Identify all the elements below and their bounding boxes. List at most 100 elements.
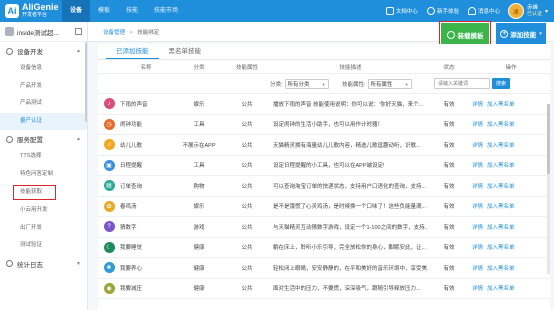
detail-link[interactable]: 详情 — [472, 163, 483, 169]
category-filter: 分类: 所有分类 ▼ — [270, 79, 329, 89]
skill-status: 有效 — [443, 265, 455, 272]
logo[interactable]: Ai AliGenie 开发者平台 — [5, 3, 59, 18]
newbie-link-label: 新手体验 — [436, 9, 459, 15]
gear-icon — [446, 31, 455, 39]
skill-desc: 轻松闭上眼睛，安安静静的，在平和美好的音乐环境中，享受美... — [273, 265, 428, 272]
skills-panel: 已添加技能 黑名单技能 名称 分类 技能属性 技能描述 状态 操作 分类: 所有… — [98, 44, 550, 310]
attr-filter-label: 技能属性: — [342, 82, 366, 88]
top-nav: 设备 模板 技能 技能市场 — [62, 0, 186, 22]
top-bar: Ai AliGenie 开发者平台 设备 模板 技能 技能市场 文档中心 新手体… — [0, 0, 554, 22]
sidebar-item-skill-acquire[interactable]: 技能获取 — [12, 184, 57, 201]
avatar: 冰 — [507, 3, 524, 19]
sidebar-item-test-verify[interactable]: 测试验证 — [0, 237, 87, 255]
detail-link[interactable]: 详情 — [472, 266, 483, 272]
sidebar-group-device-dev[interactable]: 设备开发 ▲ — [0, 42, 87, 60]
table-row: ♪ 下雨的声音 娱乐 公共 播放下雨的声音 技能使用说明：你可以说：'你好天猫，来个..… — [98, 94, 550, 115]
skill-attr: 公共 — [241, 163, 253, 170]
attr-select[interactable]: 所有属性 ▼ — [367, 79, 412, 89]
sidebar: inside测试超... 设备开发 ▲ 设备信息 产品开发 产品测试 量产认证 … — [0, 22, 88, 310]
table-row: ☾ 我要睡觉 健康 公共 躺在床上，聆听小乐引导，完全放松你的身心，酣眠安此，让... 有… — [98, 238, 550, 258]
skill-desc: 播放下雨的声音 技能使用说明：你可以说：'你好天猫，来个... — [273, 101, 424, 108]
skill-status: 有效 — [443, 245, 455, 252]
add-to-blacklist-link[interactable]: 加入黑名单 — [487, 266, 515, 272]
sidebar-item-product-dev[interactable]: 产品开发 — [0, 78, 87, 96]
skill-status: 有效 — [443, 163, 455, 170]
sidebar-item-mini-app-dev[interactable]: 小云用开发 — [0, 202, 87, 220]
skill-category: 娱乐 — [193, 204, 205, 211]
sidebar-item-mass-production-cert[interactable]: 量产认证 — [0, 112, 87, 130]
sidebar-item-product-test[interactable]: 产品测试 — [0, 95, 87, 113]
nav-template[interactable]: 模板 — [90, 0, 118, 22]
chevron-up-icon: ▲ — [76, 48, 81, 54]
add-to-blacklist-link[interactable]: 加入黑名单 — [487, 204, 515, 210]
skill-attr: 公共 — [241, 245, 253, 252]
table-header: 名称 分类 技能属性 技能描述 状态 操作 — [98, 60, 550, 74]
add-skill-button[interactable]: + 添加技能 ▾ — [496, 23, 546, 45]
bell-icon — [467, 7, 476, 15]
search-input[interactable] — [434, 78, 490, 89]
nav-skill[interactable]: 技能 — [118, 0, 146, 22]
chevron-up-icon: ▲ — [76, 136, 81, 142]
sidebar-scrollbar[interactable] — [85, 42, 87, 122]
add-to-blacklist-link[interactable]: 加入黑名单 — [487, 286, 515, 292]
breadcrumb-root[interactable]: 设备管理 — [103, 30, 125, 36]
detail-link[interactable]: 详情 — [472, 204, 483, 210]
add-to-blacklist-link[interactable]: 加入黑名单 — [487, 225, 515, 231]
nav-device[interactable]: 设备 — [62, 0, 91, 22]
attr-select-value: 所有属性 — [370, 82, 393, 88]
sidebar-group-service-config[interactable]: 服务配置 ▲ — [0, 130, 87, 148]
tab-blacklist-skills[interactable]: 黑名单技能 — [159, 44, 212, 59]
add-to-blacklist-link[interactable]: 加入黑名单 — [487, 163, 515, 169]
table-scrollbar[interactable] — [547, 104, 550, 274]
add-to-blacklist-link[interactable]: 加入黑名单 — [487, 245, 515, 251]
detail-link[interactable]: 详情 — [472, 184, 483, 190]
skill-desc: 与天猫精灵互动猜数字游戏，设定一个1-100之间的数字，支持... — [273, 224, 428, 231]
col-status: 状态 — [443, 64, 455, 71]
sidebar-item-tts[interactable]: TTS选择 — [0, 148, 87, 166]
add-to-blacklist-link[interactable]: 加入黑名单 — [487, 122, 515, 128]
gear-icon — [6, 47, 13, 55]
category-filter-label: 分类: — [270, 82, 283, 88]
user-menu[interactable]: 冰 赤峰 已认证 ▾ — [507, 3, 554, 19]
add-to-blacklist-link[interactable]: 加入黑名单 — [487, 143, 515, 149]
newbie-link[interactable]: 新手体验 — [426, 7, 459, 15]
nav-skill-market[interactable]: 技能市场 — [146, 0, 186, 22]
chart-icon — [6, 260, 13, 267]
sidebar-item-factory-dev[interactable]: 出厂开发 — [0, 220, 87, 238]
skill-desc: 面对生活中的压力，不要慌，深深吸气，跟随引导释放压力... — [273, 286, 421, 293]
search-button[interactable]: 搜索 — [492, 78, 510, 89]
skill-status: 有效 — [443, 122, 455, 129]
load-template-label: 装载模板 — [457, 33, 484, 40]
app-switcher[interactable]: inside测试超... — [0, 22, 87, 42]
attr-filter: 技能属性: 所有属性 ▼ — [342, 79, 412, 89]
sidebar-group-stats-logs[interactable]: 统计日志 ▼ — [0, 255, 87, 273]
sidebar-item-device-info[interactable]: 设备信息 — [0, 60, 87, 78]
tab-added-skills[interactable]: 已添加技能 — [106, 44, 159, 59]
skill-icon: ▣ — [103, 159, 115, 171]
chevron-down-icon: ▼ — [321, 81, 326, 87]
messages-link-label: 消息中心 — [477, 9, 500, 15]
grid-icon[interactable] — [75, 28, 82, 35]
table-row: ◷ 闹钟功能 工具 公共 设定闹钟的生活小助手，也可以用作计时器！ 有效 详情 加入黑名单 — [98, 115, 550, 135]
detail-link[interactable]: 详情 — [472, 245, 483, 251]
category-select[interactable]: 所有分类 ▼ — [284, 79, 329, 89]
skill-name: 我要减压 — [120, 286, 143, 293]
detail-link[interactable]: 详情 — [472, 143, 483, 149]
table-row: ◉ 我要减压 健康 公共 面对生活中的压力，不要慌，深深吸气，跟随引导释放压力... 有效… — [98, 279, 550, 299]
add-to-blacklist-link[interactable]: 加入黑名单 — [487, 184, 515, 190]
detail-link[interactable]: 详情 — [472, 122, 483, 128]
add-to-blacklist-link[interactable]: 加入黑名单 — [487, 102, 515, 108]
skill-status: 有效 — [443, 204, 455, 211]
detail-link[interactable]: 详情 — [472, 225, 483, 231]
docs-link[interactable]: 文档中心 — [385, 7, 418, 15]
sidebar-item-custom-qa[interactable]: 特色问答定制 — [0, 166, 87, 184]
search-button-label: 搜索 — [495, 81, 506, 87]
skill-name: 日程提醒 — [120, 163, 143, 170]
chevron-down-icon: ▼ — [404, 81, 409, 87]
detail-link[interactable]: 详情 — [472, 286, 483, 292]
messages-link[interactable]: 消息中心 — [467, 7, 500, 15]
detail-link[interactable]: 详情 — [472, 102, 483, 108]
chevron-down-icon: ▾ — [539, 31, 542, 37]
sidebar-group-label: 统计日志 — [17, 261, 43, 269]
skill-category: 工具 — [193, 163, 205, 170]
